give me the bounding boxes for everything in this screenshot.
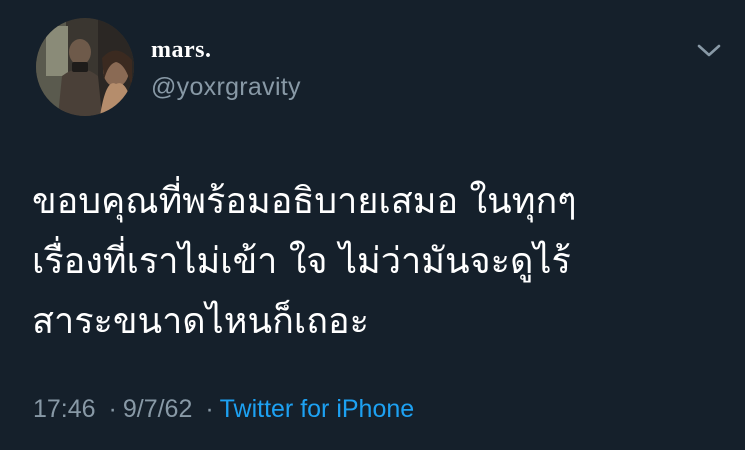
meta-separator: · xyxy=(205,395,214,423)
tweet-time[interactable]: 17:46 xyxy=(33,395,96,423)
tweet-source-link[interactable]: Twitter for iPhone xyxy=(220,395,415,423)
avatar[interactable] xyxy=(36,18,134,116)
tweet-text-line: สาระขนาดไหนก็เถอะ xyxy=(32,301,369,342)
tweet-date[interactable]: 9/7/62 xyxy=(123,395,193,423)
tweet-text-line: ขอบคุณที่พร้อมอธิบายเสมอ ในทุกๆ xyxy=(32,181,577,222)
tweet-text-line: เรื่องที่เราไม่เข้า ใจ ไม่ว่ามันจะดูไร้ xyxy=(32,241,571,282)
tweet-card: mars. @yoxrgravity ขอบคุณที่พร้อมอธิบายเ… xyxy=(0,0,745,450)
chevron-down-icon[interactable] xyxy=(694,40,724,62)
meta-separator: · xyxy=(108,395,117,423)
user-handle[interactable]: @yoxrgravity xyxy=(151,72,301,102)
display-name[interactable]: mars. xyxy=(151,36,211,64)
avatar-photo xyxy=(36,18,134,116)
tweet-meta: 17:46 · 9/7/62 · Twitter for iPhone xyxy=(33,392,414,426)
tweet-text: ขอบคุณที่พร้อมอธิบายเสมอ ในทุกๆ เรื่องที… xyxy=(32,172,722,352)
